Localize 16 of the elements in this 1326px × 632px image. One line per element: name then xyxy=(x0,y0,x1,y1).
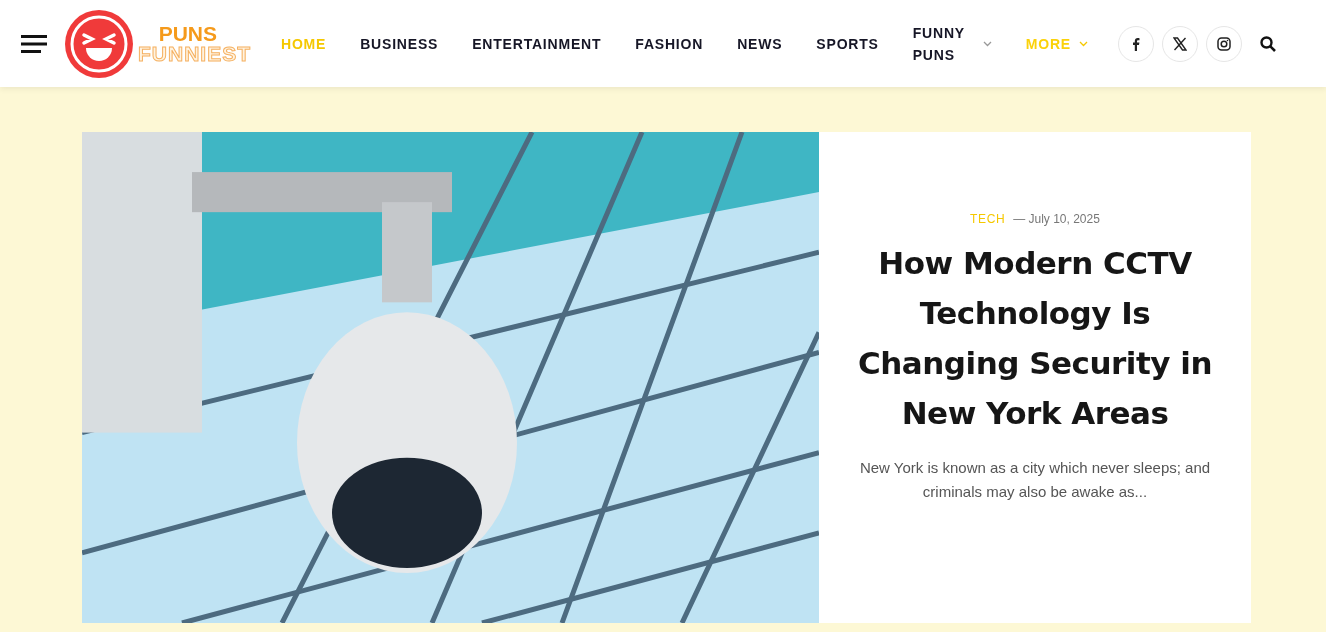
nav-link[interactable]: SPORTS xyxy=(816,35,879,52)
menu-icon[interactable] xyxy=(21,34,47,53)
nav-link[interactable]: ENTERTAINMENT xyxy=(472,35,602,52)
nav-link[interactable]: FUNNY PUNS xyxy=(912,21,992,66)
smiley-logo-icon[interactable] xyxy=(64,8,134,79)
search-icon[interactable] xyxy=(1259,35,1276,52)
nav-link[interactable]: BUSINESS xyxy=(360,35,439,52)
nav-link[interactable]: FASHION xyxy=(635,35,704,52)
article-title[interactable]: How Modern CCTV Technology Is Changing Security in New York Areas xyxy=(843,237,1227,438)
post-date: — July 10, 2025 xyxy=(1013,211,1100,226)
instagram-icon xyxy=(1216,36,1231,51)
article-excerpt: New York is known as a city which never sleeps; and criminals may also be awake as... xyxy=(858,457,1212,502)
chevron-down-icon xyxy=(1078,40,1088,47)
x-logo-icon xyxy=(1172,36,1187,51)
nav-link[interactable]: NEWS xyxy=(737,35,783,52)
chevron-down-icon xyxy=(982,40,992,47)
